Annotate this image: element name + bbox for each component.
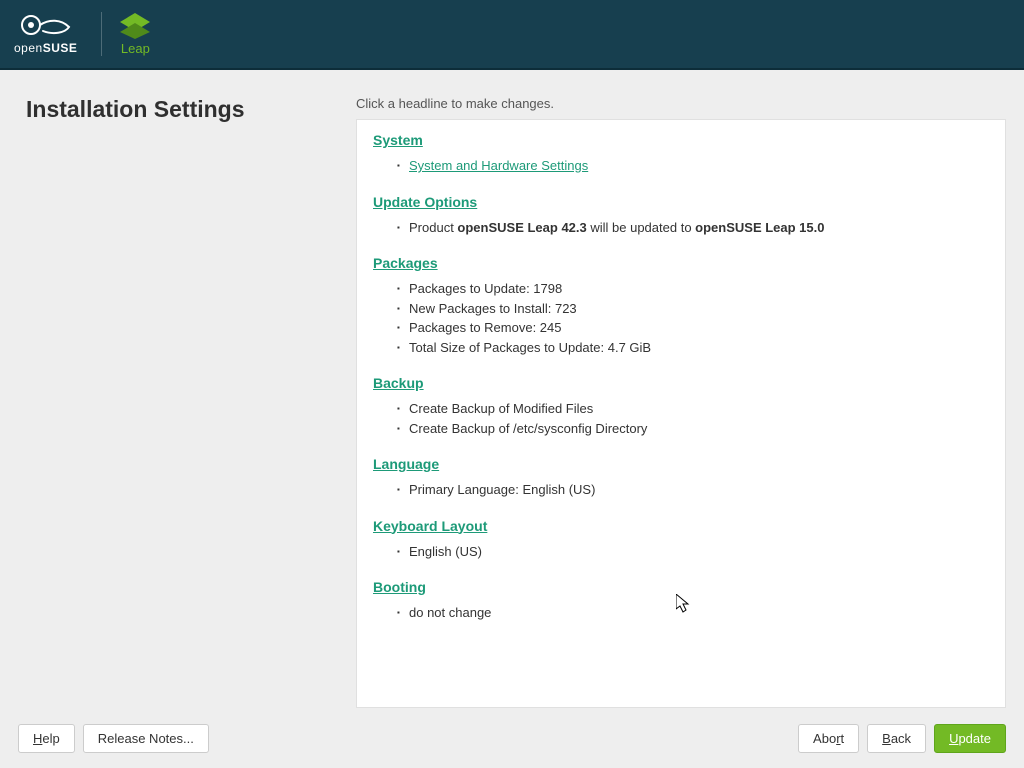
system-hardware-link[interactable]: System and Hardware Settings xyxy=(409,158,588,173)
update-button[interactable]: Update xyxy=(934,724,1006,753)
section-update-options[interactable]: Update Options xyxy=(373,194,477,210)
header-bar: openSUSE Leap xyxy=(0,0,1024,70)
from-product: openSUSE Leap 42.3 xyxy=(457,220,586,235)
section-backup[interactable]: Backup xyxy=(373,375,424,391)
leap-logo: Leap xyxy=(120,13,150,56)
section-packages[interactable]: Packages xyxy=(373,255,438,271)
left-column: Installation Settings xyxy=(26,90,356,708)
packages-to-remove: Packages to Remove: 245 xyxy=(409,318,989,338)
release-notes-button[interactable]: Release Notes... xyxy=(83,724,209,753)
section-keyboard[interactable]: Keyboard Layout xyxy=(373,518,487,534)
leap-icon xyxy=(120,13,150,39)
to-product: openSUSE Leap 15.0 xyxy=(695,220,824,235)
primary-language: Primary Language: English (US) xyxy=(409,480,989,500)
backup-modified-files: Create Backup of Modified Files xyxy=(409,399,989,419)
booting-option: do not change xyxy=(409,603,989,623)
section-system[interactable]: System xyxy=(373,132,423,148)
opensuse-logo: openSUSE xyxy=(14,13,77,55)
packages-to-update: Packages to Update: 1798 xyxy=(409,279,989,299)
chameleon-icon xyxy=(19,13,73,41)
abort-button[interactable]: Abort xyxy=(798,724,859,753)
content-area: Installation Settings Click a headline t… xyxy=(0,70,1024,708)
page-title: Installation Settings xyxy=(26,96,356,123)
leap-logo-text: Leap xyxy=(121,41,150,56)
opensuse-logo-text: openSUSE xyxy=(14,41,77,55)
keyboard-layout: English (US) xyxy=(409,542,989,562)
update-product-line: Product openSUSE Leap 42.3 will be updat… xyxy=(409,218,989,238)
settings-panel: System System and Hardware Settings Upda… xyxy=(356,119,1006,708)
system-hardware-item: System and Hardware Settings xyxy=(409,156,989,176)
backup-sysconfig: Create Backup of /etc/sysconfig Director… xyxy=(409,419,989,439)
back-button[interactable]: Back xyxy=(867,724,926,753)
packages-to-install: New Packages to Install: 723 xyxy=(409,299,989,319)
help-button[interactable]: Help xyxy=(18,724,75,753)
section-booting[interactable]: Booting xyxy=(373,579,426,595)
section-language[interactable]: Language xyxy=(373,456,439,472)
header-divider xyxy=(101,12,102,56)
packages-total-size: Total Size of Packages to Update: 4.7 Gi… xyxy=(409,338,989,358)
hint-text: Click a headline to make changes. xyxy=(356,96,1006,111)
footer-bar: Help Release Notes... Abort Back Update xyxy=(0,708,1024,768)
right-column: Click a headline to make changes. System… xyxy=(356,90,1006,708)
